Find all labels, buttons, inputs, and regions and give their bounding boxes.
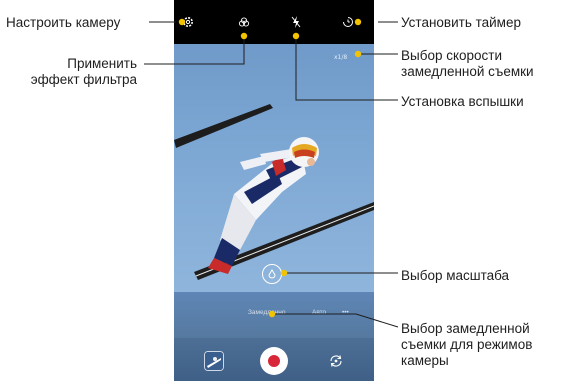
callout-lines bbox=[144, 18, 399, 328]
